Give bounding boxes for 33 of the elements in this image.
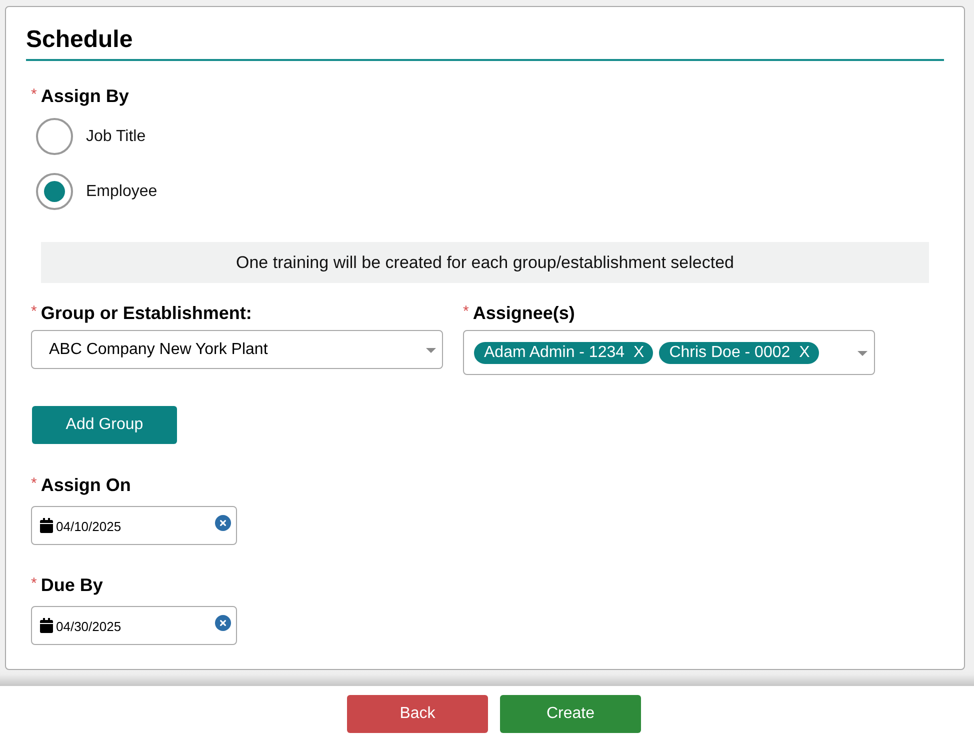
remove-chip-button[interactable]: X — [799, 344, 810, 362]
required-asterisk: * — [31, 304, 37, 319]
field-label: Assign By — [40, 86, 129, 106]
date-field[interactable]: 04/10/2025 — [31, 506, 237, 545]
info-banner: One training will be created for each group/establishment selected — [41, 242, 929, 283]
radio-label[interactable]: Employee — [86, 182, 158, 202]
field-label: Assign On — [40, 475, 131, 495]
required-asterisk: * — [31, 87, 37, 102]
required-asterisk: * — [31, 476, 37, 491]
radio-button[interactable] — [36, 173, 73, 210]
assignee-chip[interactable]: Adam Admin - 1234 X — [474, 342, 654, 364]
group-select[interactable]: ABC Company New York Plant — [31, 330, 443, 369]
calendar-icon — [40, 518, 53, 533]
remove-chip-button[interactable]: X — [634, 344, 644, 362]
create-button[interactable]: Create — [500, 695, 641, 733]
required-asterisk: * — [31, 576, 37, 591]
assignee-select[interactable]: Adam Admin - 1234 X Chris Doe - 0002 X — [463, 330, 875, 375]
radio-label[interactable]: Job Title — [86, 126, 146, 146]
radio-button[interactable] — [36, 118, 73, 155]
clear-icon[interactable] — [215, 515, 231, 531]
required-asterisk: * — [463, 304, 469, 319]
assignee-chip[interactable]: Chris Doe - 0002 X — [659, 342, 819, 364]
field-label: Group or Establishment: — [40, 303, 252, 323]
back-button[interactable]: Back — [347, 695, 488, 733]
section-title: Schedule — [26, 7, 944, 61]
date-field[interactable]: 04/30/2025 — [31, 606, 237, 645]
add-group-button[interactable]: Add Group — [32, 406, 177, 444]
field-label: Assignee(s) — [472, 303, 575, 323]
calendar-icon — [40, 618, 53, 633]
field-label: Due By — [40, 575, 103, 595]
caret-icon — [426, 348, 436, 353]
caret-icon — [857, 351, 868, 356]
clear-icon[interactable] — [215, 615, 231, 631]
